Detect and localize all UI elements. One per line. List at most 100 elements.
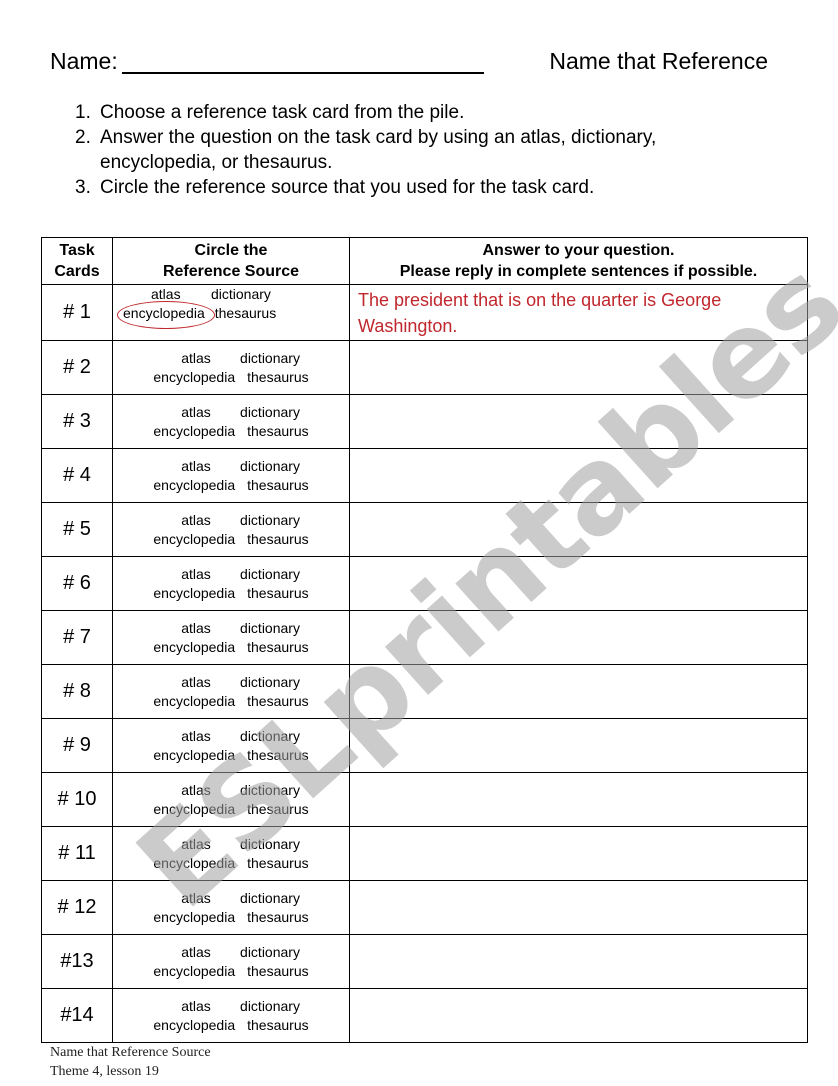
- instruction-item: 3. Circle the reference source that you u…: [75, 175, 755, 200]
- table-row: # 4 atlas dictionary encyclopedia thesaurus: [41, 448, 808, 503]
- answer-cell[interactable]: [349, 826, 808, 881]
- option-encyclopedia[interactable]: encyclopedia: [117, 301, 215, 329]
- table-row: # 6 atlas dictionary encyclopedia thesaurus: [41, 556, 808, 611]
- option-thesaurus[interactable]: thesaurus: [247, 1016, 308, 1035]
- answer-cell[interactable]: [349, 934, 808, 989]
- option-thesaurus[interactable]: thesaurus: [247, 638, 308, 657]
- table-row: # 9 atlas dictionary encyclopedia thesaurus: [41, 718, 808, 773]
- option-atlas[interactable]: atlas: [167, 403, 225, 422]
- option-encyclopedia[interactable]: encyclopedia: [153, 854, 235, 873]
- sheet-title: Name that Reference: [549, 48, 768, 74]
- option-thesaurus[interactable]: thesaurus: [247, 422, 308, 441]
- option-encyclopedia[interactable]: encyclopedia: [153, 422, 235, 441]
- option-thesaurus[interactable]: thesaurus: [247, 800, 308, 819]
- option-dictionary[interactable]: dictionary: [225, 511, 315, 530]
- option-atlas[interactable]: atlas: [167, 889, 225, 908]
- table-row: # 12 atlas dictionary encyclopedia thesaurus: [41, 880, 808, 935]
- option-encyclopedia[interactable]: encyclopedia: [153, 584, 235, 603]
- option-thesaurus[interactable]: thesaurus: [247, 530, 308, 549]
- table-row: # 8 atlas dictionary encyclopedia thesaurus: [41, 664, 808, 719]
- option-encyclopedia[interactable]: encyclopedia: [153, 962, 235, 981]
- option-dictionary[interactable]: dictionary: [225, 943, 315, 962]
- answer-cell[interactable]: The president that is on the quarter is …: [349, 284, 808, 341]
- option-encyclopedia[interactable]: encyclopedia: [153, 1016, 235, 1035]
- option-thesaurus[interactable]: thesaurus: [247, 854, 308, 873]
- instruction-text: Circle the reference source that you use…: [100, 177, 595, 198]
- instruction-item: 2. Answer the question on the task card b…: [75, 125, 755, 175]
- answer-cell[interactable]: [349, 664, 808, 719]
- option-thesaurus[interactable]: thesaurus: [247, 746, 308, 765]
- answer-cell[interactable]: [349, 772, 808, 827]
- option-thesaurus[interactable]: thesaurus: [247, 476, 308, 495]
- instruction-item: 1. Choose a reference task card from the …: [75, 100, 755, 125]
- option-atlas[interactable]: atlas: [167, 673, 225, 692]
- header-text: Circle the: [194, 242, 268, 259]
- option-atlas[interactable]: atlas: [167, 727, 225, 746]
- option-encyclopedia[interactable]: encyclopedia: [153, 638, 235, 657]
- name-blank-line[interactable]: [122, 72, 484, 74]
- option-atlas[interactable]: atlas: [167, 565, 225, 584]
- option-dictionary[interactable]: dictionary: [225, 727, 315, 746]
- reference-source-options: atlas dictionary encyclopedia thesaurus: [112, 934, 350, 989]
- table-row: # 5 atlas dictionary encyclopedia thesaurus: [41, 502, 808, 557]
- option-encyclopedia[interactable]: encyclopedia: [153, 368, 235, 387]
- option-dictionary[interactable]: dictionary: [225, 403, 315, 422]
- option-dictionary[interactable]: dictionary: [225, 781, 315, 800]
- card-number: # 4: [41, 448, 113, 503]
- reference-source-options: atlas dictionary encyclopedia thesaurus: [112, 880, 350, 935]
- option-thesaurus[interactable]: thesaurus: [247, 368, 308, 387]
- instructions-list: 1. Choose a reference task card from the …: [75, 100, 755, 200]
- option-dictionary[interactable]: dictionary: [211, 286, 271, 302]
- option-dictionary[interactable]: dictionary: [225, 457, 315, 476]
- option-encyclopedia[interactable]: encyclopedia: [153, 746, 235, 765]
- task-card-table: Task Cards Circle the Reference Source Ans…: [41, 237, 808, 1043]
- option-atlas[interactable]: atlas: [167, 943, 225, 962]
- answer-cell[interactable]: [349, 394, 808, 449]
- option-thesaurus[interactable]: thesaurus: [215, 305, 276, 321]
- table-row: # 10 atlas dictionary encyclopedia thesaurus: [41, 772, 808, 827]
- option-dictionary[interactable]: dictionary: [225, 619, 315, 638]
- option-thesaurus[interactable]: thesaurus: [247, 908, 308, 927]
- card-number: # 6: [41, 556, 113, 611]
- card-number: # 11: [41, 826, 113, 881]
- option-dictionary[interactable]: dictionary: [225, 889, 315, 908]
- answer-cell[interactable]: [349, 880, 808, 935]
- answer-cell[interactable]: [349, 718, 808, 773]
- option-encyclopedia[interactable]: encyclopedia: [153, 530, 235, 549]
- reference-source-options: atlas dictionary encyclopedia thesaurus: [112, 284, 350, 341]
- reference-source-options: atlas dictionary encyclopedia thesaurus: [112, 610, 350, 665]
- option-atlas[interactable]: atlas: [167, 619, 225, 638]
- card-number: # 8: [41, 664, 113, 719]
- option-atlas[interactable]: atlas: [167, 835, 225, 854]
- option-encyclopedia[interactable]: encyclopedia: [153, 476, 235, 495]
- option-encyclopedia[interactable]: encyclopedia: [153, 692, 235, 711]
- reference-source-options: atlas dictionary encyclopedia thesaurus: [112, 340, 350, 395]
- header-task-cards: Task Cards: [41, 237, 113, 285]
- option-dictionary[interactable]: dictionary: [225, 997, 315, 1016]
- option-encyclopedia[interactable]: encyclopedia: [153, 908, 235, 927]
- reference-source-options: atlas dictionary encyclopedia thesaurus: [112, 556, 350, 611]
- option-atlas[interactable]: atlas: [167, 457, 225, 476]
- option-atlas[interactable]: atlas: [167, 781, 225, 800]
- option-dictionary[interactable]: dictionary: [225, 673, 315, 692]
- answer-cell[interactable]: [349, 340, 808, 395]
- reference-source-options: atlas dictionary encyclopedia thesaurus: [112, 826, 350, 881]
- option-thesaurus[interactable]: thesaurus: [247, 962, 308, 981]
- option-dictionary[interactable]: dictionary: [225, 565, 315, 584]
- answer-cell[interactable]: [349, 610, 808, 665]
- table-row: #13 atlas dictionary encyclopedia thesaurus: [41, 934, 808, 989]
- option-encyclopedia[interactable]: encyclopedia: [153, 800, 235, 819]
- option-dictionary[interactable]: dictionary: [225, 835, 315, 854]
- reference-source-options: atlas dictionary encyclopedia thesaurus: [112, 988, 350, 1043]
- answer-cell[interactable]: [349, 448, 808, 503]
- option-thesaurus[interactable]: thesaurus: [247, 692, 308, 711]
- option-dictionary[interactable]: dictionary: [225, 349, 315, 368]
- answer-cell[interactable]: [349, 502, 808, 557]
- option-atlas[interactable]: atlas: [167, 349, 225, 368]
- answer-cell[interactable]: [349, 556, 808, 611]
- option-thesaurus[interactable]: thesaurus: [247, 584, 308, 603]
- option-atlas[interactable]: atlas: [167, 997, 225, 1016]
- option-atlas[interactable]: atlas: [167, 511, 225, 530]
- answer-cell[interactable]: [349, 988, 808, 1043]
- card-number: # 10: [41, 772, 113, 827]
